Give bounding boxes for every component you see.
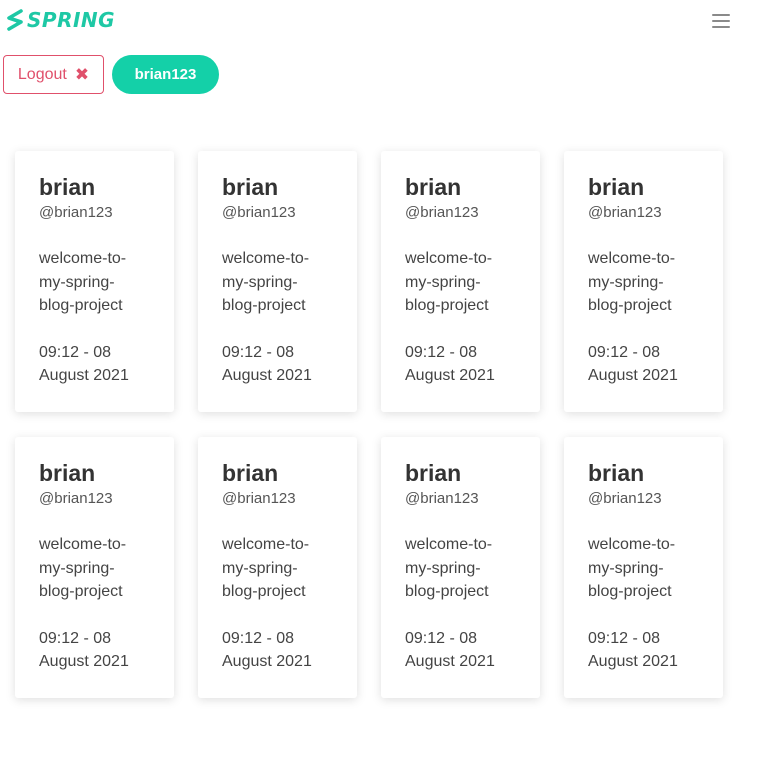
post-title: welcome-to-my-spring-blog-project bbox=[588, 250, 676, 314]
post-author-handle: @brian123 bbox=[222, 490, 296, 507]
close-icon: ✖ bbox=[74, 65, 90, 84]
post-author-handle: @brian123 bbox=[405, 204, 479, 221]
post-author-name: brian bbox=[222, 174, 279, 200]
post-date: 09:12 - 08 August 2021 bbox=[588, 629, 678, 671]
post-date: 09:12 - 08 August 2021 bbox=[405, 343, 495, 385]
post-date: 09:12 - 08 August 2021 bbox=[405, 629, 495, 671]
post-card[interactable]: brian @brian123 welcome-to-my-spring-blog-… bbox=[564, 151, 723, 412]
user-toolbar: Logout ✖ brian123 bbox=[3, 55, 219, 94]
post-title: welcome-to-my-spring-blog-project bbox=[405, 250, 493, 314]
post-date: 09:12 - 08 August 2021 bbox=[222, 629, 312, 671]
post-author-name: brian bbox=[405, 460, 462, 486]
post-author-handle: @brian123 bbox=[39, 204, 113, 221]
post-card[interactable]: brian @brian123 welcome-to-my-spring-blog-… bbox=[381, 151, 540, 412]
post-date: 09:12 - 08 August 2021 bbox=[39, 629, 129, 671]
post-date: 09:12 - 08 August 2021 bbox=[588, 343, 678, 385]
post-author-name: brian bbox=[39, 174, 96, 200]
post-author-name: brian bbox=[588, 174, 645, 200]
post-title: welcome-to-my-spring-blog-project bbox=[222, 536, 310, 600]
post-author-handle: @brian123 bbox=[588, 204, 662, 221]
brand-name: SPRING bbox=[27, 8, 116, 32]
post-author-handle: @brian123 bbox=[588, 490, 662, 507]
brand-logo[interactable]: SPRING bbox=[6, 8, 115, 32]
username-badge[interactable]: brian123 bbox=[112, 55, 219, 94]
post-author-handle: @brian123 bbox=[39, 490, 113, 507]
post-card[interactable]: brian @brian123 welcome-to-my-spring-blog-… bbox=[564, 437, 723, 698]
post-card[interactable]: brian @brian123 welcome-to-my-spring-blog-… bbox=[15, 437, 174, 698]
post-card[interactable]: brian @brian123 welcome-to-my-spring-blog-… bbox=[15, 151, 174, 412]
logout-label: Logout bbox=[17, 65, 67, 83]
post-card[interactable]: brian @brian123 welcome-to-my-spring-blog-… bbox=[198, 437, 357, 698]
post-title: welcome-to-my-spring-blog-project bbox=[588, 536, 676, 600]
logout-button[interactable]: Logout ✖ bbox=[3, 55, 104, 94]
post-author-handle: @brian123 bbox=[222, 204, 296, 221]
post-date: 09:12 - 08 August 2021 bbox=[39, 343, 129, 385]
post-date: 09:12 - 08 August 2021 bbox=[222, 343, 312, 385]
post-author-handle: @brian123 bbox=[405, 490, 479, 507]
post-card[interactable]: brian @brian123 welcome-to-my-spring-blog-… bbox=[381, 437, 540, 698]
post-title: welcome-to-my-spring-blog-project bbox=[39, 250, 127, 314]
post-author-name: brian bbox=[39, 460, 96, 486]
post-grid: brian @brian123 welcome-to-my-spring-blog-… bbox=[15, 151, 723, 698]
post-title: welcome-to-my-spring-blog-project bbox=[405, 536, 493, 600]
spring-logo-icon bbox=[7, 9, 23, 31]
navbar: SPRING bbox=[0, 0, 757, 44]
post-author-name: brian bbox=[588, 460, 645, 486]
hamburger-menu-icon[interactable] bbox=[712, 14, 730, 28]
post-author-name: brian bbox=[222, 460, 279, 486]
post-card[interactable]: brian @brian123 welcome-to-my-spring-blog-… bbox=[198, 151, 357, 412]
post-title: welcome-to-my-spring-blog-project bbox=[39, 536, 127, 600]
post-author-name: brian bbox=[405, 174, 462, 200]
post-title: welcome-to-my-spring-blog-project bbox=[222, 250, 310, 314]
